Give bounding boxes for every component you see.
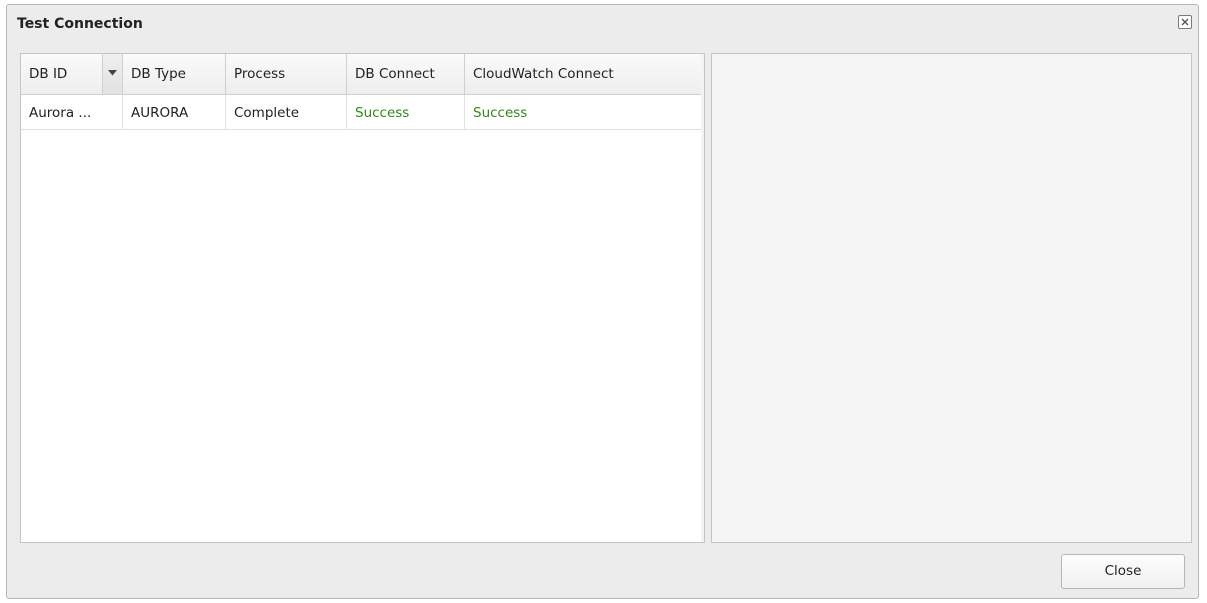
column-header-cloudwatch-connect[interactable]: CloudWatch Connect — [465, 54, 703, 94]
cell-db-type: AURORA — [123, 95, 226, 129]
column-header-label: Process — [234, 66, 286, 82]
dialog-title-bar[interactable]: Test Connection — [7, 5, 1198, 43]
grid-scroll-edge — [701, 54, 704, 542]
cell-db-connect: Success — [347, 95, 465, 129]
chevron-down-icon — [108, 70, 117, 76]
results-grid: DB ID DB Type Process DB Connect CloudWa… — [20, 53, 705, 543]
column-header-process[interactable]: Process — [226, 54, 347, 94]
table-row[interactable]: Aurora ... AURORA Complete Success Succe… — [21, 95, 703, 130]
close-icon — [1181, 18, 1189, 26]
column-header-db-connect[interactable]: DB Connect — [347, 54, 465, 94]
column-menu-trigger[interactable] — [102, 54, 122, 94]
column-header-label: DB Connect — [355, 66, 435, 82]
cell-process: Complete — [226, 95, 347, 129]
cell-cloudwatch-connect: Success — [465, 95, 703, 129]
close-button[interactable]: Close — [1061, 554, 1185, 589]
grid-header: DB ID DB Type Process DB Connect CloudWa… — [21, 54, 703, 95]
dialog-title: Test Connection — [17, 16, 143, 32]
column-header-label: CloudWatch Connect — [473, 66, 614, 82]
window-close-button[interactable] — [1178, 15, 1192, 29]
column-header-label: DB Type — [131, 66, 186, 82]
detail-panel — [711, 53, 1192, 543]
column-header-db-type[interactable]: DB Type — [123, 54, 226, 94]
column-header-label: DB ID — [29, 66, 68, 82]
cell-db-id: Aurora ... — [21, 95, 123, 129]
test-connection-dialog: Test Connection DB ID DB Type Process DB… — [6, 4, 1199, 599]
